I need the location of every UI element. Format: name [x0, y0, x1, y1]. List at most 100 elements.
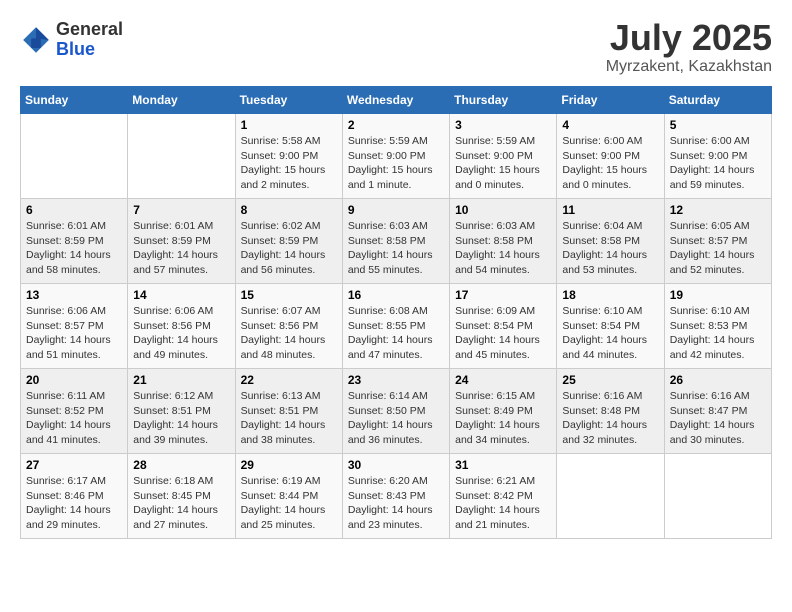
day-number: 27 [26, 458, 122, 472]
day-info: Sunrise: 6:04 AM Sunset: 8:58 PM Dayligh… [562, 219, 658, 278]
calendar-day-cell: 5 Sunrise: 6:00 AM Sunset: 9:00 PM Daylig… [664, 114, 771, 199]
calendar-day-cell: 3 Sunrise: 5:59 AM Sunset: 9:00 PM Daylig… [450, 114, 557, 199]
calendar-day-cell: 16 Sunrise: 6:08 AM Sunset: 8:55 PM Dayli… [342, 284, 449, 369]
day-number: 23 [348, 373, 444, 387]
calendar-day-cell: 11 Sunrise: 6:04 AM Sunset: 8:58 PM Dayli… [557, 199, 664, 284]
calendar-day-cell: 6 Sunrise: 6:01 AM Sunset: 8:59 PM Daylig… [21, 199, 128, 284]
calendar-day-cell: 23 Sunrise: 6:14 AM Sunset: 8:50 PM Dayli… [342, 369, 449, 454]
page-header: General Blue July 2025 Myrzakent, Kazakh… [20, 20, 772, 76]
weekday-header: Sunday [21, 87, 128, 114]
day-info: Sunrise: 6:20 AM Sunset: 8:43 PM Dayligh… [348, 474, 444, 533]
calendar-day-cell: 20 Sunrise: 6:11 AM Sunset: 8:52 PM Dayli… [21, 369, 128, 454]
day-number: 15 [241, 288, 337, 302]
calendar-day-cell: 24Sunrise: 6:15 AM Sunset: 8:49 PM Dayli… [450, 369, 557, 454]
calendar-week-row: 13Sunrise: 6:06 AM Sunset: 8:57 PM Dayli… [21, 284, 772, 369]
calendar-day-cell: 9Sunrise: 6:03 AM Sunset: 8:58 PM Daylig… [342, 199, 449, 284]
calendar-day-cell: 8Sunrise: 6:02 AM Sunset: 8:59 PM Daylig… [235, 199, 342, 284]
calendar-day-cell: 7 Sunrise: 6:01 AM Sunset: 8:59 PM Daylig… [128, 199, 235, 284]
month-title: July 2025 [606, 20, 772, 56]
day-info: Sunrise: 6:17 AM Sunset: 8:46 PM Dayligh… [26, 474, 122, 533]
calendar-day-cell: 30 Sunrise: 6:20 AM Sunset: 8:43 PM Dayli… [342, 454, 449, 539]
weekday-header: Saturday [664, 87, 771, 114]
calendar-day-cell: 31 Sunrise: 6:21 AM Sunset: 8:42 PM Dayli… [450, 454, 557, 539]
day-info: Sunrise: 6:01 AM Sunset: 8:59 PM Dayligh… [133, 219, 229, 278]
calendar-day-cell: 15 Sunrise: 6:07 AM Sunset: 8:56 PM Dayli… [235, 284, 342, 369]
calendar-day-cell: 12 Sunrise: 6:05 AM Sunset: 8:57 PM Dayli… [664, 199, 771, 284]
day-number: 10 [455, 203, 551, 217]
calendar-day-cell: 13Sunrise: 6:06 AM Sunset: 8:57 PM Dayli… [21, 284, 128, 369]
day-info: Sunrise: 6:19 AM Sunset: 8:44 PM Dayligh… [241, 474, 337, 533]
day-number: 21 [133, 373, 229, 387]
day-info: Sunrise: 6:18 AM Sunset: 8:45 PM Dayligh… [133, 474, 229, 533]
day-info: Sunrise: 6:13 AM Sunset: 8:51 PM Dayligh… [241, 389, 337, 448]
day-number: 20 [26, 373, 122, 387]
day-number: 14 [133, 288, 229, 302]
day-info: Sunrise: 6:10 AM Sunset: 8:53 PM Dayligh… [670, 304, 766, 363]
day-info: Sunrise: 6:00 AM Sunset: 9:00 PM Dayligh… [562, 134, 658, 193]
location-title: Myrzakent, Kazakhstan [606, 58, 772, 76]
day-number: 8 [241, 203, 337, 217]
weekday-header: Friday [557, 87, 664, 114]
calendar-day-cell: 1Sunrise: 5:58 AM Sunset: 9:00 PM Daylig… [235, 114, 342, 199]
day-info: Sunrise: 6:05 AM Sunset: 8:57 PM Dayligh… [670, 219, 766, 278]
calendar-header: SundayMondayTuesdayWednesdayThursdayFrid… [21, 87, 772, 114]
weekday-row: SundayMondayTuesdayWednesdayThursdayFrid… [21, 87, 772, 114]
day-number: 13 [26, 288, 122, 302]
calendar-day-cell: 27 Sunrise: 6:17 AM Sunset: 8:46 PM Dayli… [21, 454, 128, 539]
title-block: July 2025 Myrzakent, Kazakhstan [606, 20, 772, 76]
logo: General Blue [20, 20, 123, 60]
day-number: 18 [562, 288, 658, 302]
calendar-day-cell [21, 114, 128, 199]
day-number: 7 [133, 203, 229, 217]
day-info: Sunrise: 5:59 AM Sunset: 9:00 PM Dayligh… [348, 134, 444, 193]
weekday-header: Tuesday [235, 87, 342, 114]
day-number: 17 [455, 288, 551, 302]
day-number: 5 [670, 118, 766, 132]
day-number: 24 [455, 373, 551, 387]
calendar-day-cell: 17 Sunrise: 6:09 AM Sunset: 8:54 PM Dayli… [450, 284, 557, 369]
day-info: Sunrise: 6:09 AM Sunset: 8:54 PM Dayligh… [455, 304, 551, 363]
day-number: 11 [562, 203, 658, 217]
day-info: Sunrise: 6:07 AM Sunset: 8:56 PM Dayligh… [241, 304, 337, 363]
day-info: Sunrise: 6:12 AM Sunset: 8:51 PM Dayligh… [133, 389, 229, 448]
calendar-day-cell: 21 Sunrise: 6:12 AM Sunset: 8:51 PM Dayli… [128, 369, 235, 454]
calendar-day-cell: 14Sunrise: 6:06 AM Sunset: 8:56 PM Dayli… [128, 284, 235, 369]
calendar-day-cell: 26 Sunrise: 6:16 AM Sunset: 8:47 PM Dayli… [664, 369, 771, 454]
day-number: 30 [348, 458, 444, 472]
day-info: Sunrise: 6:14 AM Sunset: 8:50 PM Dayligh… [348, 389, 444, 448]
day-info: Sunrise: 5:59 AM Sunset: 9:00 PM Dayligh… [455, 134, 551, 193]
day-info: Sunrise: 6:03 AM Sunset: 8:58 PM Dayligh… [348, 219, 444, 278]
day-info: Sunrise: 6:08 AM Sunset: 8:55 PM Dayligh… [348, 304, 444, 363]
day-number: 26 [670, 373, 766, 387]
day-number: 31 [455, 458, 551, 472]
calendar-day-cell: 18Sunrise: 6:10 AM Sunset: 8:54 PM Dayli… [557, 284, 664, 369]
day-number: 6 [26, 203, 122, 217]
day-info: Sunrise: 5:58 AM Sunset: 9:00 PM Dayligh… [241, 134, 337, 193]
logo-blue-text: Blue [56, 40, 123, 60]
day-info: Sunrise: 6:21 AM Sunset: 8:42 PM Dayligh… [455, 474, 551, 533]
day-number: 16 [348, 288, 444, 302]
calendar-day-cell: 22 Sunrise: 6:13 AM Sunset: 8:51 PM Dayli… [235, 369, 342, 454]
logo-icon [20, 24, 52, 56]
day-info: Sunrise: 6:03 AM Sunset: 8:58 PM Dayligh… [455, 219, 551, 278]
day-number: 25 [562, 373, 658, 387]
logo-general-text: General [56, 20, 123, 40]
day-number: 4 [562, 118, 658, 132]
calendar-week-row: 20 Sunrise: 6:11 AM Sunset: 8:52 PM Dayli… [21, 369, 772, 454]
day-info: Sunrise: 6:01 AM Sunset: 8:59 PM Dayligh… [26, 219, 122, 278]
day-info: Sunrise: 6:16 AM Sunset: 8:47 PM Dayligh… [670, 389, 766, 448]
day-number: 12 [670, 203, 766, 217]
day-info: Sunrise: 6:11 AM Sunset: 8:52 PM Dayligh… [26, 389, 122, 448]
calendar-body: 1Sunrise: 5:58 AM Sunset: 9:00 PM Daylig… [21, 114, 772, 539]
calendar-day-cell [128, 114, 235, 199]
day-info: Sunrise: 6:00 AM Sunset: 9:00 PM Dayligh… [670, 134, 766, 193]
calendar-day-cell: 19Sunrise: 6:10 AM Sunset: 8:53 PM Dayli… [664, 284, 771, 369]
day-info: Sunrise: 6:16 AM Sunset: 8:48 PM Dayligh… [562, 389, 658, 448]
calendar-day-cell: 29Sunrise: 6:19 AM Sunset: 8:44 PM Dayli… [235, 454, 342, 539]
day-number: 3 [455, 118, 551, 132]
calendar-day-cell: 2 Sunrise: 5:59 AM Sunset: 9:00 PM Daylig… [342, 114, 449, 199]
day-number: 2 [348, 118, 444, 132]
calendar-week-row: 1Sunrise: 5:58 AM Sunset: 9:00 PM Daylig… [21, 114, 772, 199]
day-number: 22 [241, 373, 337, 387]
calendar-day-cell: 25 Sunrise: 6:16 AM Sunset: 8:48 PM Dayli… [557, 369, 664, 454]
